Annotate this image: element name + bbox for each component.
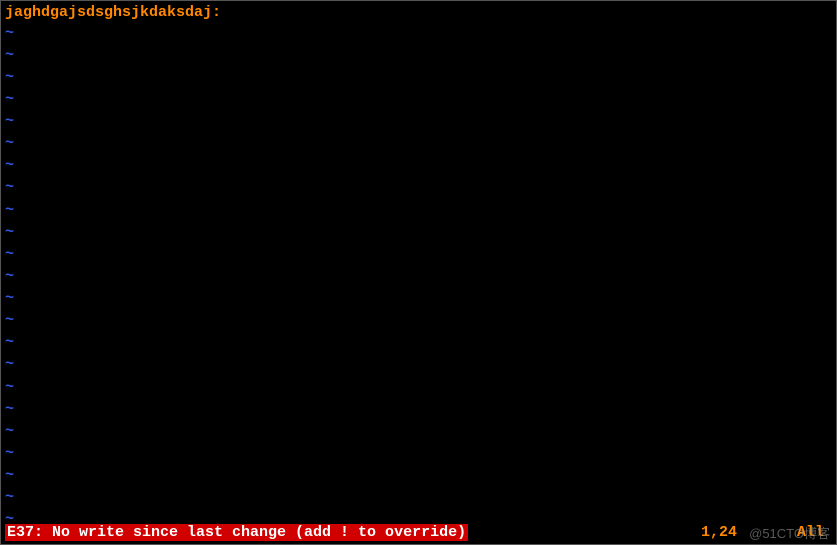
empty-lines: ~~~~~~~~~~~~~~~~~~~~~~~~ xyxy=(5,23,832,524)
empty-line-marker: ~ xyxy=(5,509,832,523)
text-buffer[interactable]: jaghdgajsdsghsjkdaksdaj: ~~~~~~~~~~~~~~~… xyxy=(5,3,832,523)
error-message: E37: No write since last change (add ! t… xyxy=(5,524,468,541)
status-line: E37: No write since last change (add ! t… xyxy=(5,523,832,542)
empty-line-marker: ~ xyxy=(5,23,832,45)
empty-line-marker: ~ xyxy=(5,200,832,222)
cursor-position: 1,24 xyxy=(701,524,797,541)
empty-line-marker: ~ xyxy=(5,155,832,177)
buffer-line[interactable]: jaghdgajsdsghsjkdaksdaj: xyxy=(5,3,832,23)
file-position: All xyxy=(797,524,832,541)
empty-line-marker: ~ xyxy=(5,45,832,67)
empty-line-marker: ~ xyxy=(5,133,832,155)
empty-line-marker: ~ xyxy=(5,89,832,111)
empty-line-marker: ~ xyxy=(5,354,832,376)
empty-line-marker: ~ xyxy=(5,465,832,487)
empty-line-marker: ~ xyxy=(5,421,832,443)
empty-line-marker: ~ xyxy=(5,310,832,332)
vim-editor[interactable]: jaghdgajsdsghsjkdaksdaj: ~~~~~~~~~~~~~~~… xyxy=(1,1,836,544)
empty-line-marker: ~ xyxy=(5,443,832,465)
empty-line-marker: ~ xyxy=(5,399,832,421)
empty-line-marker: ~ xyxy=(5,266,832,288)
empty-line-marker: ~ xyxy=(5,487,832,509)
empty-line-marker: ~ xyxy=(5,244,832,266)
empty-line-marker: ~ xyxy=(5,377,832,399)
empty-line-marker: ~ xyxy=(5,177,832,199)
empty-line-marker: ~ xyxy=(5,111,832,133)
empty-line-marker: ~ xyxy=(5,67,832,89)
empty-line-marker: ~ xyxy=(5,332,832,354)
empty-line-marker: ~ xyxy=(5,222,832,244)
empty-line-marker: ~ xyxy=(5,288,832,310)
